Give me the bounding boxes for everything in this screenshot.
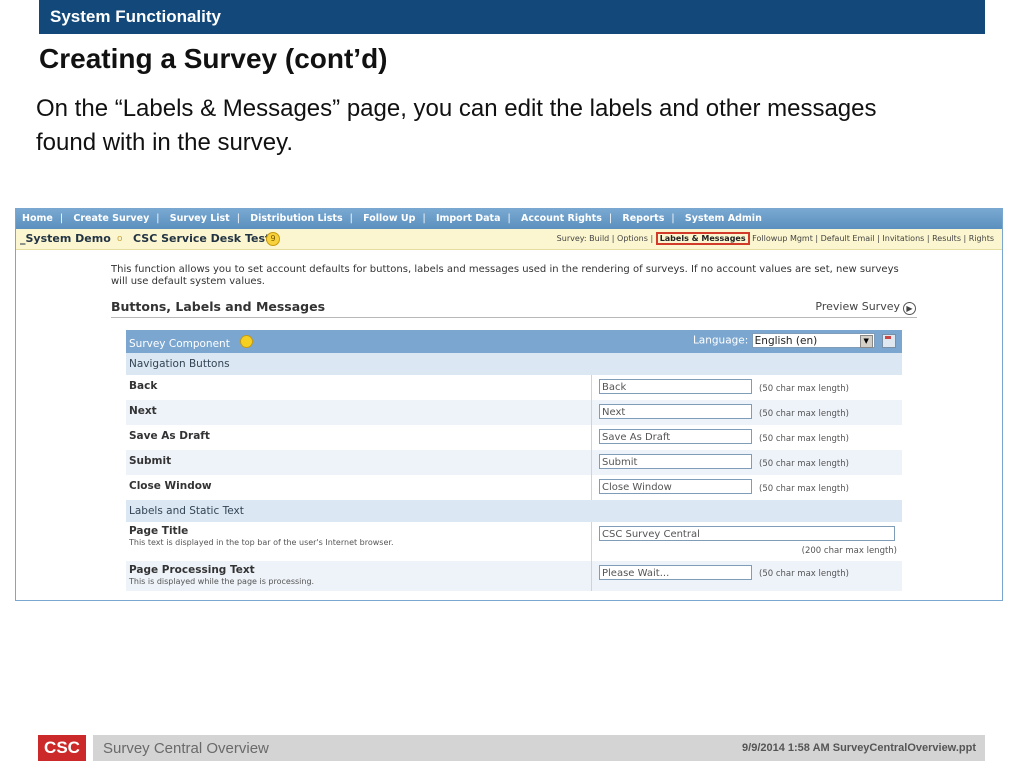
category-navigation-buttons: Navigation Buttons	[126, 353, 902, 375]
subnav-labels-messages[interactable]: Labels & Messages	[655, 232, 750, 245]
max-length-hint: (50 char max length)	[759, 434, 849, 444]
row-label: Back	[129, 380, 158, 392]
survey-title[interactable]: CSC Service Desk Test	[133, 229, 270, 249]
page-description: This function allows you to set account …	[111, 264, 899, 287]
slide-title: Creating a Survey (cont’d)	[39, 43, 388, 74]
language-label: Language:	[692, 334, 749, 347]
max-length-hint: (50 char max length)	[759, 384, 849, 394]
nav-follow-up[interactable]: Follow Up	[363, 213, 415, 224]
subnav-followup-mgmt[interactable]: Followup Mgmt	[752, 234, 813, 243]
save-as-draft-input[interactable]: Save As Draft	[599, 429, 752, 444]
page-title-input[interactable]: CSC Survey Central	[599, 526, 895, 541]
preview-survey-link[interactable]: Preview Survey ▶	[815, 300, 916, 315]
nav-system-admin[interactable]: System Admin	[685, 213, 762, 224]
grid-header: Survey Component Language: English (en) ▼	[126, 330, 902, 353]
save-icon[interactable]	[882, 333, 896, 348]
app-screenshot: Home | Create Survey | Survey List | Distri…	[15, 208, 1003, 601]
processing-text-input[interactable]: Please Wait...	[599, 565, 752, 580]
row-label: Next	[129, 405, 157, 417]
table-row: Submit Submit (50 char max length)	[126, 450, 902, 475]
table-row: Next Next (50 char max length)	[126, 400, 902, 425]
category-labels-static-text: Labels and Static Text	[126, 500, 902, 522]
language-control: Language: English (en) ▼	[693, 333, 896, 348]
row-label: Submit	[129, 455, 172, 467]
nav-create-survey[interactable]: Create Survey	[73, 213, 149, 224]
table-row: Close Window Close Window (50 char max l…	[126, 475, 902, 500]
row-label: Page Processing Text	[129, 564, 255, 576]
component-header: Survey Component	[129, 335, 253, 350]
max-length-hint: (200 char max length)	[801, 546, 897, 556]
subnav-options[interactable]: Options	[617, 234, 648, 243]
labels-grid: Survey Component Language: English (en) ▼…	[126, 330, 902, 591]
account-name[interactable]: _System Demo	[20, 229, 111, 249]
section-title: Buttons, Labels and Messages	[111, 299, 326, 314]
dropdown-arrow-icon[interactable]: ▼	[859, 335, 873, 348]
language-select[interactable]: English (en) ▼	[751, 333, 875, 348]
row-label: Save As Draft	[129, 430, 210, 442]
nav-distribution-lists[interactable]: Distribution Lists	[250, 213, 342, 224]
subnav-results[interactable]: Results	[932, 234, 961, 243]
close-window-input[interactable]: Close Window	[599, 479, 752, 494]
slide-body-text: On the “Labels & Messages” page, you can…	[36, 95, 877, 156]
section-divider	[111, 317, 917, 318]
max-length-hint: (50 char max length)	[759, 409, 849, 419]
back-label-input[interactable]: Back	[599, 379, 752, 394]
top-nav: Home | Create Survey | Survey List | Distri…	[16, 209, 1002, 229]
footer-title: Survey Central Overview	[103, 740, 269, 757]
table-row: Page Processing Text This is displayed w…	[126, 561, 902, 591]
survey-subbar: _System Demo o CSC Service Desk Test 9 S…	[16, 229, 1002, 250]
max-length-hint: (50 char max length)	[759, 484, 849, 494]
subnav-invitations[interactable]: Invitations	[882, 234, 924, 243]
row-label: Page Title	[129, 525, 189, 537]
survey-info-icon[interactable]: 9	[266, 232, 280, 246]
preview-label[interactable]: Preview Survey	[815, 300, 900, 313]
max-length-hint: (50 char max length)	[759, 459, 849, 469]
subnav-default-email[interactable]: Default Email	[821, 234, 875, 243]
csc-logo: CSC	[38, 735, 86, 761]
subnav-rights[interactable]: Rights	[969, 234, 994, 243]
row-description: This text is displayed in the top bar of…	[129, 538, 394, 547]
next-label-input[interactable]: Next	[599, 404, 752, 419]
max-length-hint: (50 char max length)	[759, 569, 849, 579]
row-description: This is displayed while the page is proc…	[129, 577, 315, 586]
submit-label-input[interactable]: Submit	[599, 454, 752, 469]
subnav-prefix: Survey:	[556, 234, 590, 243]
survey-subnav: Survey: Build | Options | Labels & Messa…	[556, 232, 994, 245]
table-row: Page Title This text is displayed in the…	[126, 522, 902, 561]
table-row: Back Back (50 char max length)	[126, 375, 902, 400]
footer-meta: 9/9/2014 1:58 AM SurveyCentralOverview.p…	[742, 742, 976, 754]
subnav-build[interactable]: Build	[589, 234, 609, 243]
nav-survey-list[interactable]: Survey List	[170, 213, 230, 224]
nav-account-rights[interactable]: Account Rights	[521, 213, 602, 224]
nav-reports[interactable]: Reports	[622, 213, 664, 224]
smiley-icon	[239, 335, 253, 348]
separator-circle-icon: o	[117, 234, 123, 244]
table-row: Save As Draft Save As Draft (50 char max…	[126, 425, 902, 450]
row-label: Close Window	[129, 480, 212, 492]
preview-icon[interactable]: ▶	[903, 302, 916, 315]
nav-import-data[interactable]: Import Data	[436, 213, 501, 224]
nav-home[interactable]: Home	[22, 213, 53, 224]
header-text: System Functionality	[50, 7, 221, 26]
